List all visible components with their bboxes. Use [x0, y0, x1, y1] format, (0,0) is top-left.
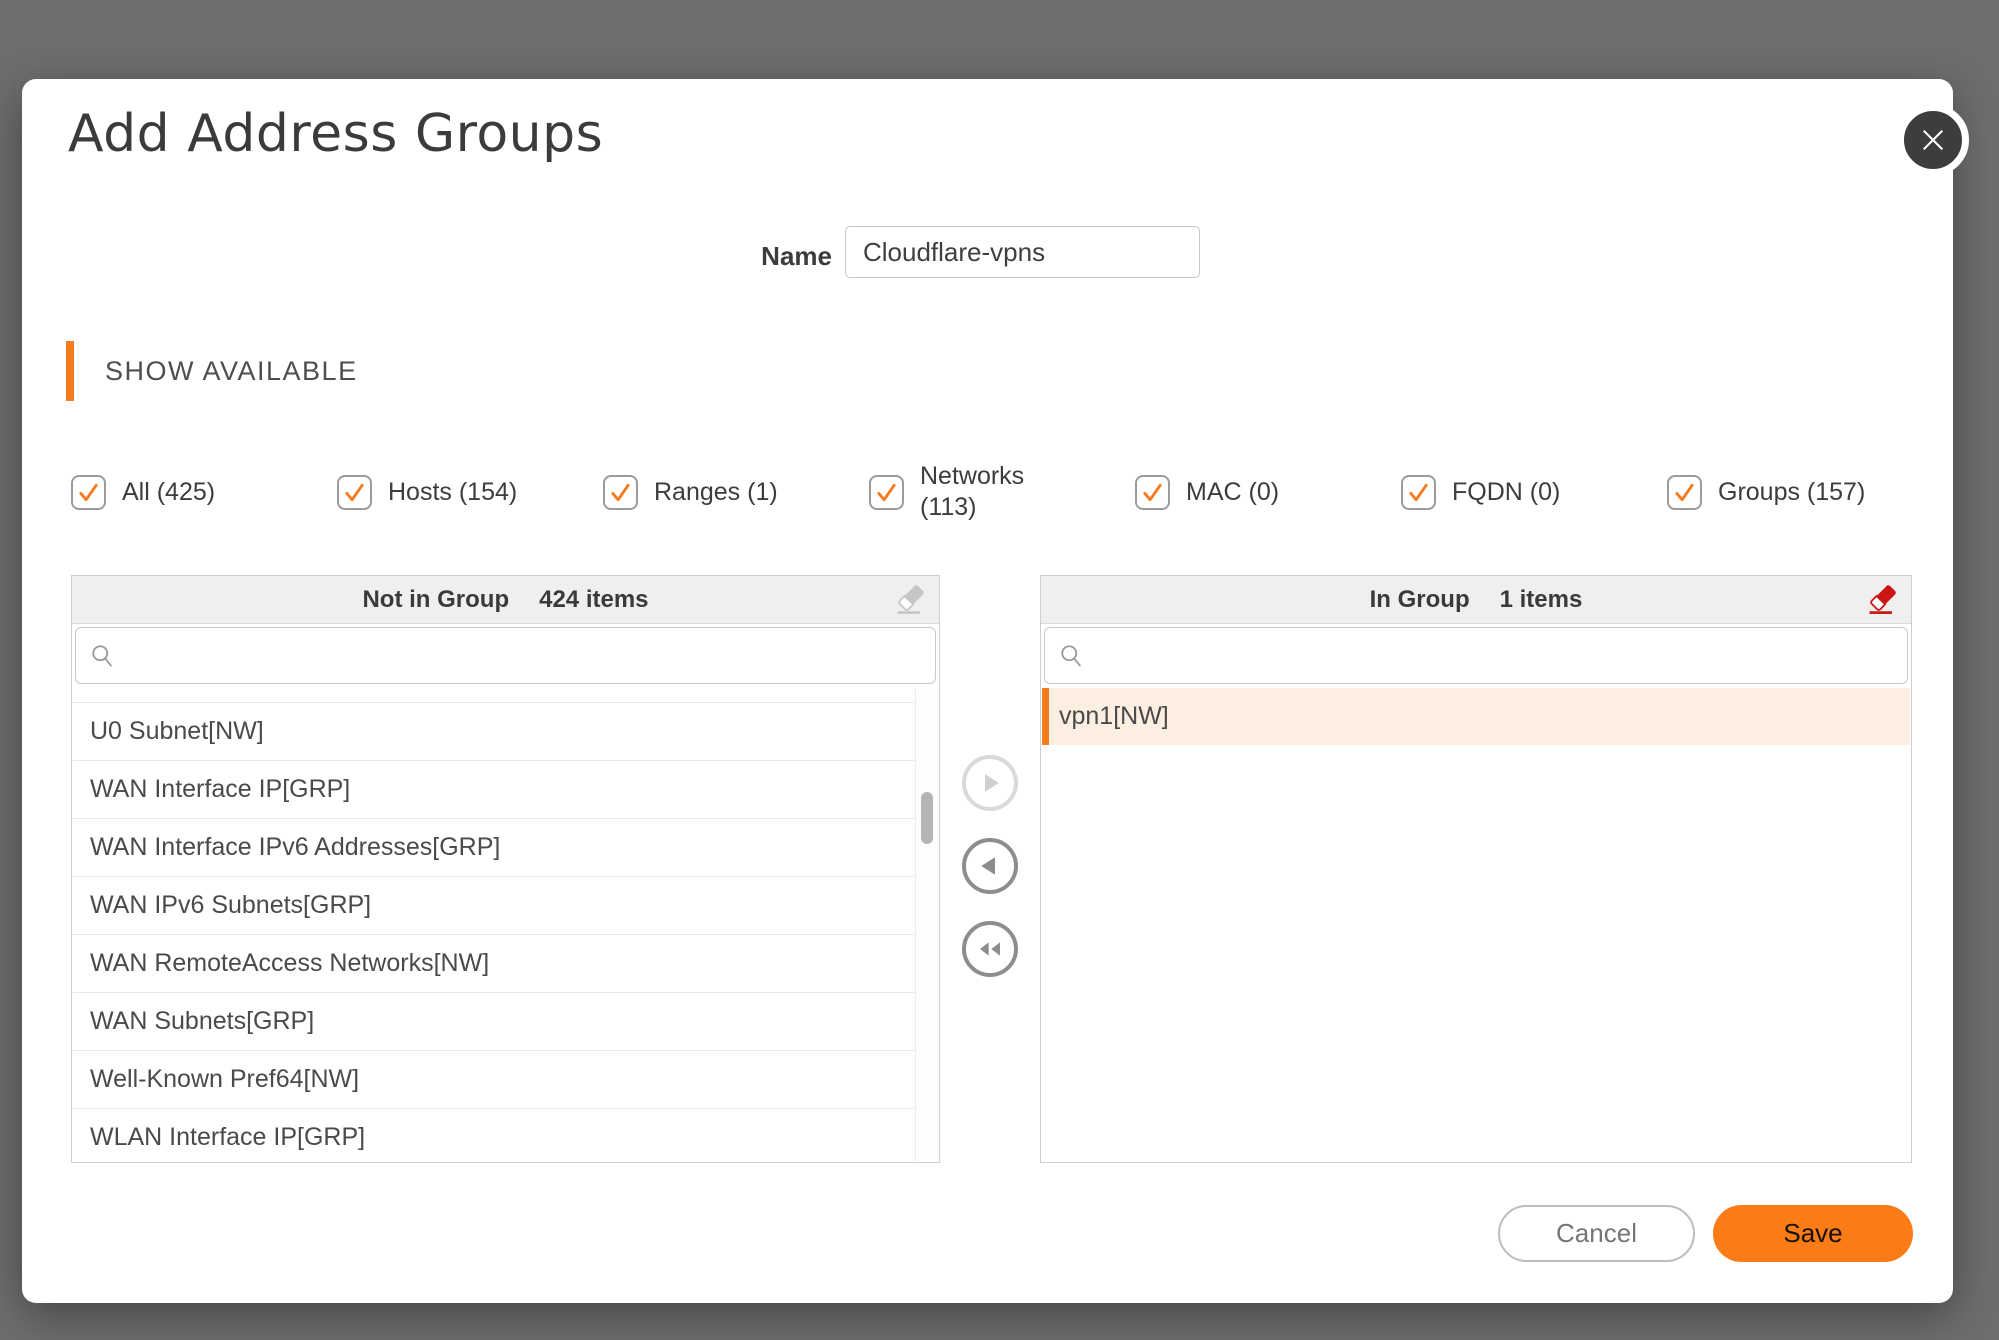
save-button[interactable]: Save [1713, 1205, 1913, 1262]
list-item-label: WLAN Interface IP[GRP] [90, 1123, 365, 1151]
list-item[interactable]: WAN IPv6 Subnets[GRP] [73, 877, 916, 935]
clear-group-eraser-icon[interactable] [1863, 580, 1903, 620]
type-filter-row: All (425) Hosts (154) Ranges (1) [71, 451, 1865, 533]
panel-title: In Group [1370, 586, 1470, 614]
show-available-section: SHOW AVAILABLE [66, 341, 358, 401]
not-in-group-header: Not in Group 424 items [72, 576, 939, 624]
filter-label: Networks (113) [920, 461, 1045, 523]
list-item-label: WAN Interface IP[GRP] [90, 775, 350, 803]
list-item[interactable]: WAN Interface IPv6 Addresses[GRP] [73, 819, 916, 877]
filter-label: FQDN (0) [1452, 477, 1560, 508]
checkbox-checked-icon[interactable] [1667, 475, 1702, 510]
type-filter[interactable]: All (425) [71, 475, 337, 510]
type-filter[interactable]: MAC (0) [1135, 475, 1401, 510]
panel-item-count: 424 items [539, 586, 648, 614]
search-input[interactable] [1044, 627, 1908, 684]
list-item[interactable]: WLAN Interface IP[GRP] [73, 1109, 916, 1161]
list-item-label: U0 Subnet[NW] [90, 717, 264, 745]
not-in-group-search [75, 627, 936, 684]
list-item-label: WAN IPv6 Subnets[GRP] [90, 891, 371, 919]
panel-title: Not in Group [362, 586, 509, 614]
search-input[interactable] [75, 627, 936, 684]
list-item[interactable]: U0 Subnet[NW] [73, 703, 916, 761]
add-address-groups-dialog: Add Address Groups Name SHOW AVAILABLE A… [22, 79, 1953, 1303]
move-right-button[interactable] [962, 755, 1018, 811]
section-accent-bar [66, 341, 74, 401]
filter-label: Hosts (154) [388, 477, 517, 508]
list-item[interactable]: WAN Interface IP[GRP] [73, 761, 916, 819]
checkbox-checked-icon[interactable] [71, 475, 106, 510]
type-filter[interactable]: FQDN (0) [1401, 475, 1667, 510]
in-group-search [1044, 627, 1908, 684]
not-in-group-list: U0 Subnet[NW] WAN Interface IP[GRP] WAN … [73, 688, 916, 1161]
checkbox-checked-icon[interactable] [1135, 475, 1170, 510]
scrollbar-track[interactable] [915, 688, 938, 1161]
section-label: SHOW AVAILABLE [105, 356, 358, 387]
screen-backdrop: Add Address Groups Name SHOW AVAILABLE A… [0, 0, 1999, 1340]
move-all-left-button[interactable] [962, 921, 1018, 977]
in-group-panel: In Group 1 items [1040, 575, 1912, 1163]
close-icon [1918, 125, 1948, 155]
move-left-button[interactable] [962, 838, 1018, 894]
checkbox-checked-icon[interactable] [603, 475, 638, 510]
type-filter[interactable]: Networks (113) [869, 461, 1135, 523]
transfer-controls [962, 755, 1018, 977]
type-filter[interactable]: Groups (157) [1667, 475, 1865, 510]
cancel-button[interactable]: Cancel [1498, 1205, 1695, 1262]
list-item-label: vpn1[NW] [1059, 702, 1169, 730]
in-group-header: In Group 1 items [1041, 576, 1911, 624]
list-item[interactable]: Well-Known Pref64[NW] [73, 1051, 916, 1109]
list-item[interactable]: vpn1[NW] [1042, 688, 1910, 745]
clear-selection-eraser-icon[interactable] [891, 580, 931, 620]
not-in-group-panel: Not in Group 424 items [71, 575, 940, 1163]
type-filter[interactable]: Ranges (1) [603, 475, 869, 510]
name-label: Name [662, 241, 832, 272]
checkbox-checked-icon[interactable] [1401, 475, 1436, 510]
filter-label: Ranges (1) [654, 477, 778, 508]
filter-label: MAC (0) [1186, 477, 1279, 508]
list-item-label: WAN Subnets[GRP] [90, 1007, 314, 1035]
filter-label: Groups (157) [1718, 477, 1865, 508]
type-filter[interactable]: Hosts (154) [337, 475, 603, 510]
list-item-label: Well-Known Pref64[NW] [90, 1065, 359, 1093]
list-item[interactable]: WAN Subnets[GRP] [73, 993, 916, 1051]
in-group-list: vpn1[NW] [1042, 688, 1910, 1161]
close-button[interactable] [1897, 104, 1969, 176]
filter-label: All (425) [122, 477, 215, 508]
list-item-label: WAN RemoteAccess Networks[NW] [90, 949, 489, 977]
partial-row [73, 688, 916, 703]
list-item[interactable]: WAN RemoteAccess Networks[NW] [73, 935, 916, 993]
list-item-label: WAN Interface IPv6 Addresses[GRP] [90, 833, 500, 861]
checkbox-checked-icon[interactable] [869, 475, 904, 510]
scrollbar-thumb[interactable] [921, 792, 933, 844]
dialog-title: Add Address Groups [68, 101, 603, 167]
checkbox-checked-icon[interactable] [337, 475, 372, 510]
panel-item-count: 1 items [1500, 586, 1583, 614]
name-input[interactable] [845, 226, 1200, 278]
